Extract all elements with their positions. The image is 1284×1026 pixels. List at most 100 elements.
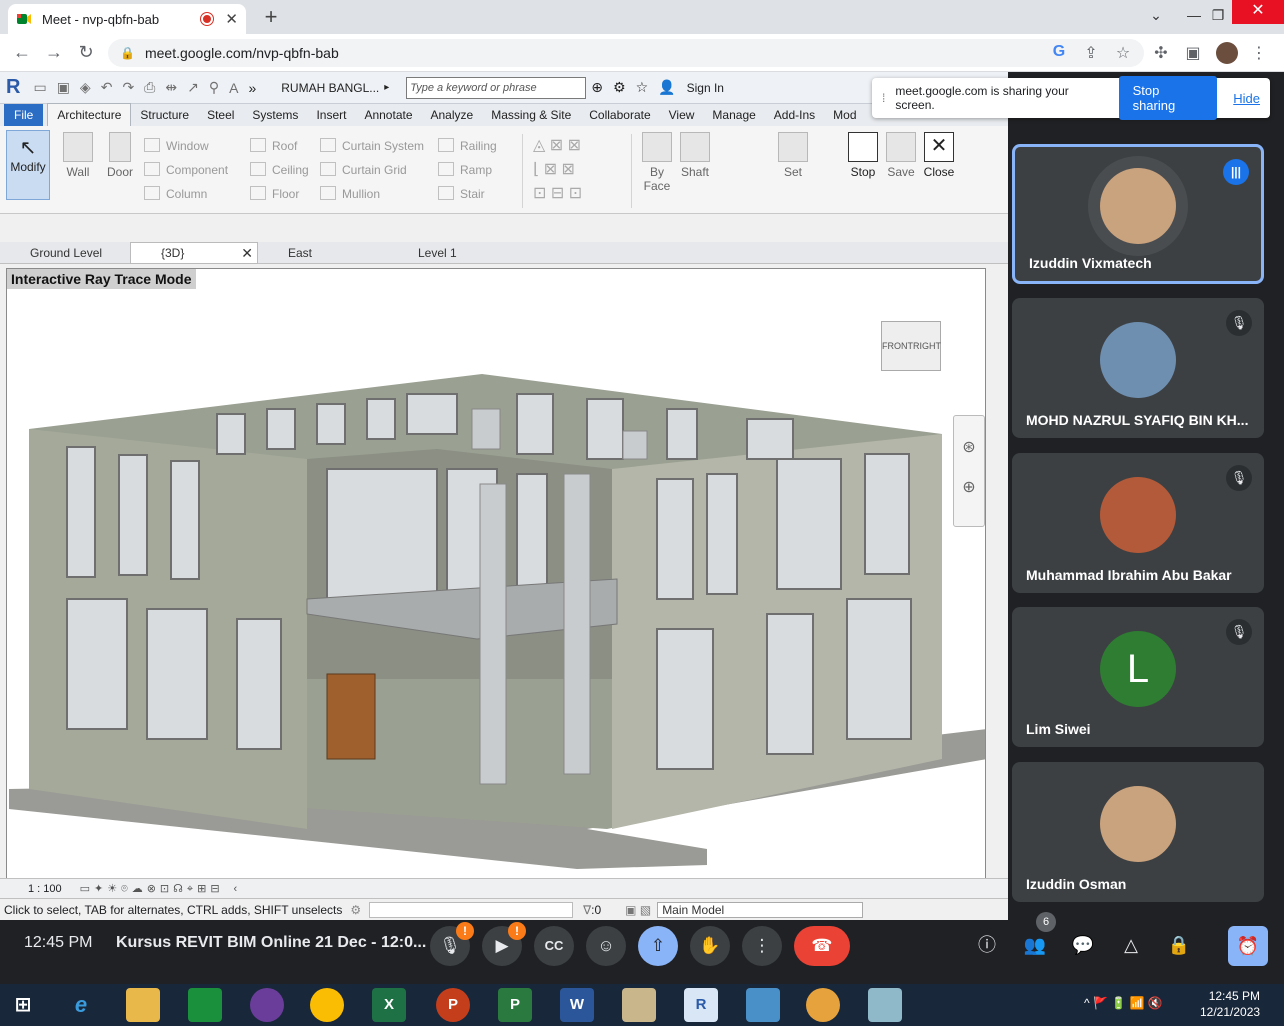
favorites-star-icon[interactable]: ☆ [636, 79, 649, 96]
host-controls-lock-icon[interactable]: 🔒 [1164, 930, 1194, 960]
window-button[interactable]: Window [144, 134, 228, 158]
tab-search-chevron-down-icon[interactable]: ⌄ [1140, 2, 1172, 28]
modify-button[interactable]: ↖ Modify [6, 130, 50, 200]
more-options-button[interactable]: ⋮ [742, 926, 782, 966]
participant-tile[interactable]: ||| Izuddin Vixmatech [1012, 144, 1264, 284]
project-icon[interactable]: P [498, 988, 532, 1022]
worksets-icon[interactable]: ⚙ [350, 903, 361, 917]
subscription-icon[interactable]: ⚙ [613, 79, 626, 96]
design-option-dropdown[interactable]: Main Model [657, 901, 864, 918]
viewport-scrollbar[interactable] [988, 268, 1004, 946]
image-viewer-icon[interactable] [746, 988, 780, 1022]
ceiling-button[interactable]: Ceiling [250, 158, 309, 182]
timer-alarm-icon[interactable]: ⏰ [1228, 926, 1268, 966]
tab-annotate[interactable]: Annotate [355, 108, 421, 126]
drag-handle-icon[interactable]: ⁞ [882, 91, 885, 105]
set-button[interactable]: Set [776, 132, 810, 179]
scroll-left-icon[interactable]: ‹ [234, 883, 238, 895]
address-bar[interactable]: 🔒 meet.google.com/nvp-qbfn-bab [108, 39, 1144, 67]
more-menu-icon[interactable]: ⋮ [1248, 43, 1270, 63]
mullion-button[interactable]: Mullion [320, 182, 424, 206]
google-icon[interactable]: G [1048, 43, 1070, 61]
window-close-button[interactable]: ✕ [1232, 0, 1284, 24]
save-icon[interactable]: ▣ [57, 79, 70, 96]
internet-explorer-icon[interactable]: e [64, 988, 98, 1022]
revit-3d-viewport[interactable]: Interactive Ray Trace Mode FRONT RIGHT ⊛… [6, 268, 986, 946]
activities-icon[interactable]: △ [1116, 930, 1146, 960]
railing-button[interactable]: Railing [438, 134, 497, 158]
system-tray[interactable]: ^ 🚩 🔋 📶 🔇 [1084, 996, 1163, 1010]
view-controls-icons[interactable]: ▭✦☀⌾☁⊗⊡☊⌖⊞⊟ [80, 882, 224, 896]
curtain-system-button[interactable]: Curtain System [320, 134, 424, 158]
user-icon[interactable]: 👤 [658, 79, 675, 96]
text-icon[interactable]: A [229, 80, 238, 96]
browser-tab-meet[interactable]: Meet - nvp-qbfn-bab ✕ [8, 4, 246, 34]
stop-sharing-button[interactable]: Stop sharing [1118, 76, 1218, 120]
save-button[interactable]: Save [884, 132, 918, 179]
print-icon[interactable]: ⎙ [144, 79, 155, 96]
viewcube[interactable]: FRONT RIGHT [881, 321, 941, 371]
new-tab-button[interactable]: + [258, 4, 284, 30]
chrome-icon[interactable] [310, 988, 344, 1022]
floor-button[interactable]: Floor [250, 182, 309, 206]
tab-file[interactable]: File [4, 104, 44, 126]
workset-dropdown[interactable] [369, 901, 574, 918]
powerpoint-icon[interactable]: P [436, 988, 470, 1022]
captions-button[interactable]: CC [534, 926, 574, 966]
sync-icon[interactable]: ◈ [80, 79, 91, 96]
component-button[interactable]: Component [144, 158, 228, 182]
tab-steel[interactable]: Steel [198, 108, 243, 126]
tag-icon[interactable]: ⚲ [209, 79, 219, 96]
taskbar-clock[interactable]: 12:45 PM 12/21/2023 [1200, 988, 1260, 1020]
camera-button[interactable]: ▶! [482, 922, 526, 966]
stair-button[interactable]: Stair [438, 182, 497, 206]
editable-only-icon[interactable]: ▣ ▧ [625, 903, 651, 917]
undo-icon[interactable]: ↶ [101, 79, 113, 96]
tab-analyze[interactable]: Analyze [422, 108, 483, 126]
tab-architecture[interactable]: Architecture [47, 103, 132, 126]
tab-systems[interactable]: Systems [243, 108, 307, 126]
participant-tile[interactable]: 🎙 MOHD NAZRUL SYAFIQ BIN KH... [1012, 298, 1264, 438]
tab-modify[interactable]: Mod [824, 108, 865, 126]
store-icon[interactable] [188, 988, 222, 1022]
end-call-button[interactable]: ☎ [794, 926, 850, 966]
tab-add-ins[interactable]: Add-Ins [765, 108, 824, 126]
door-button[interactable]: Door [102, 132, 138, 179]
close-button[interactable]: ✕ Close [922, 132, 956, 179]
maps-icon[interactable] [622, 988, 656, 1022]
view-tab-3d[interactable]: {3D} ✕ [130, 241, 258, 264]
mic-button[interactable]: 🎙! [430, 922, 474, 966]
windows-start-icon[interactable]: ⊞ [6, 988, 40, 1022]
emoji-reaction-button[interactable]: ☺ [586, 926, 626, 966]
sign-in-link[interactable]: Sign In [687, 81, 724, 95]
chat-icon[interactable]: 💬 [1068, 930, 1098, 960]
photos-app-icon[interactable] [250, 988, 284, 1022]
paint-icon[interactable] [806, 988, 840, 1022]
ramp-button[interactable]: Ramp [438, 158, 497, 182]
column-button[interactable]: Column [144, 182, 228, 206]
view-tab-ground-level[interactable]: Ground Level [0, 246, 130, 260]
measure-icon[interactable]: ⇹ [165, 79, 177, 96]
snipping-tool-icon[interactable] [868, 988, 902, 1022]
word-icon[interactable]: W [560, 988, 594, 1022]
forward-arrow-icon[interactable]: → [42, 42, 66, 63]
scale-value[interactable]: 1 : 100 [28, 883, 62, 895]
back-arrow-icon[interactable]: ← [10, 42, 34, 63]
raise-hand-button[interactable]: ✋ [690, 926, 730, 966]
tab-massing-site[interactable]: Massing & Site [482, 108, 580, 126]
curtain-grid-button[interactable]: Curtain Grid [320, 158, 424, 182]
view-tab-east[interactable]: East [258, 246, 388, 260]
revit-logo-icon[interactable]: R [6, 76, 20, 99]
tab-insert[interactable]: Insert [307, 108, 355, 126]
excel-icon[interactable]: X [372, 988, 406, 1022]
expand-icon[interactable]: » [248, 80, 256, 96]
view-tab-level-1[interactable]: Level 1 [388, 246, 518, 260]
profile-avatar[interactable] [1216, 42, 1238, 64]
shaft-button[interactable]: Shaft [678, 132, 712, 179]
participant-tile[interactable]: Izuddin Osman [1012, 762, 1264, 902]
side-panel-icon[interactable]: ▣ [1182, 43, 1204, 63]
share-icon[interactable]: ⇪ [1080, 43, 1102, 63]
extensions-icon[interactable]: ✣ [1150, 43, 1172, 63]
meeting-details-info-icon[interactable]: ⓘ [972, 930, 1002, 960]
restore-button[interactable]: ❐ [1202, 2, 1234, 28]
